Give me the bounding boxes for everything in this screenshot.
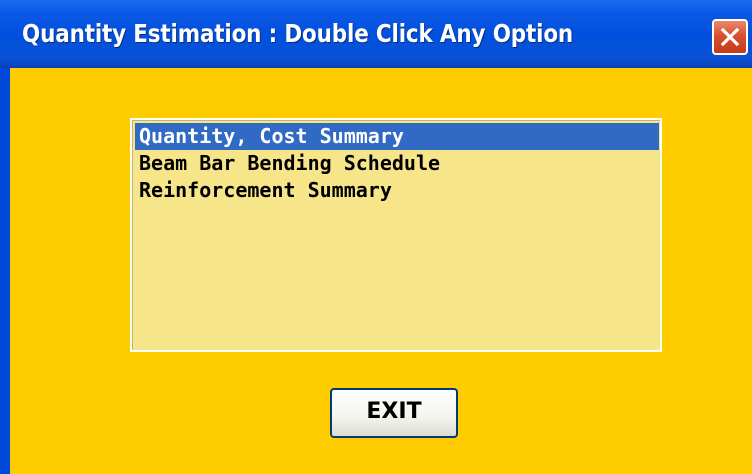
list-item-reinforcement-summary[interactable]: Reinforcement Summary [135,177,659,204]
close-icon [720,27,740,47]
app-window: Quantity Estimation : Double Click Any O… [0,0,752,474]
options-listbox[interactable]: Quantity, Cost Summary Beam Bar Bending … [130,118,662,352]
list-item-beam-bar-bending-schedule[interactable]: Beam Bar Bending Schedule [135,150,659,177]
window-title: Quantity Estimation : Double Click Any O… [22,19,574,48]
title-bar[interactable]: Quantity Estimation : Double Click Any O… [0,0,752,68]
list-item-quantity-cost-summary[interactable]: Quantity, Cost Summary [135,123,659,150]
exit-button[interactable]: EXIT [330,388,458,438]
close-button[interactable] [712,19,748,55]
